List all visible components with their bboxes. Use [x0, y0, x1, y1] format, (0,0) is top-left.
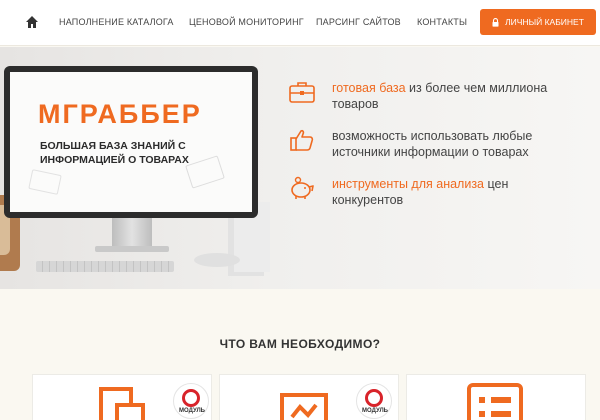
thumbs-up-icon [290, 129, 314, 151]
briefcase-icon [289, 82, 315, 103]
feature-text: готовая база из более чем миллиона товар… [332, 81, 548, 111]
hero-banner: МГРАББЕР БОЛЬШАЯ БАЗА ЗНАНИЙ С ИНФОРМАЦИ… [0, 47, 600, 289]
nav-link-catalog[interactable]: НАПОЛНЕНИЕ КАТАЛОГА [59, 17, 174, 27]
modul-badge: МОДУЛЬ [173, 383, 209, 419]
section-title: ЧТО ВАМ НЕОБХОДИМО? [219, 337, 381, 351]
personal-cabinet-button[interactable]: ЛИЧНЫЙ КАБИНЕТ [480, 9, 596, 35]
catalog-icon [99, 387, 145, 420]
home-icon[interactable] [25, 15, 39, 29]
nav-link-contacts[interactable]: КОНТАКТЫ [417, 17, 467, 27]
nav-link-price-monitoring[interactable]: ЦЕНОВОЙ МОНИТОРИНГ [189, 17, 304, 27]
modul-logo-icon [182, 389, 200, 407]
top-navigation: НАПОЛНЕНИЕ КАТАЛОГА ЦЕНОВОЙ МОНИТОРИНГ П… [0, 0, 600, 46]
feature-text: возможность использовать любые источники… [332, 129, 533, 159]
personal-cabinet-label: ЛИЧНЫЙ КАБИНЕТ [505, 17, 584, 27]
mouse-image [194, 253, 240, 267]
modul-logo-icon [365, 389, 383, 407]
screen-decoration [28, 169, 62, 195]
lock-icon [492, 17, 499, 27]
list-icon [467, 383, 523, 420]
monitor-image: МГРАББЕР БОЛЬШАЯ БАЗА ЗНАНИЙ С ИНФОРМАЦИ… [4, 66, 258, 218]
modul-badge: МОДУЛЬ [356, 383, 392, 419]
service-card[interactable] [406, 374, 586, 420]
brand-subtitle: БОЛЬШАЯ БАЗА ЗНАНИЙ С ИНФОРМАЦИЕЙ О ТОВА… [40, 140, 189, 166]
price-chart-icon [280, 393, 328, 420]
nav-link-parsing[interactable]: ПАРСИНГ САЙТОВ [316, 17, 401, 27]
brand-title: МГРАББЕР [38, 99, 202, 129]
keyboard-image [36, 261, 174, 272]
feature-text: инструменты для анализа цен конкурентов [332, 177, 509, 207]
service-card[interactable]: МОДУЛЬ [32, 374, 212, 420]
monitor-stand-base [95, 246, 169, 252]
piggy-bank-icon [291, 176, 314, 199]
monitor-stand [112, 218, 152, 248]
monitor-screen: МГРАББЕР БОЛЬШАЯ БАЗА ЗНАНИЙ С ИНФОРМАЦИ… [10, 72, 252, 212]
service-card[interactable]: МОДУЛЬ [219, 374, 399, 420]
